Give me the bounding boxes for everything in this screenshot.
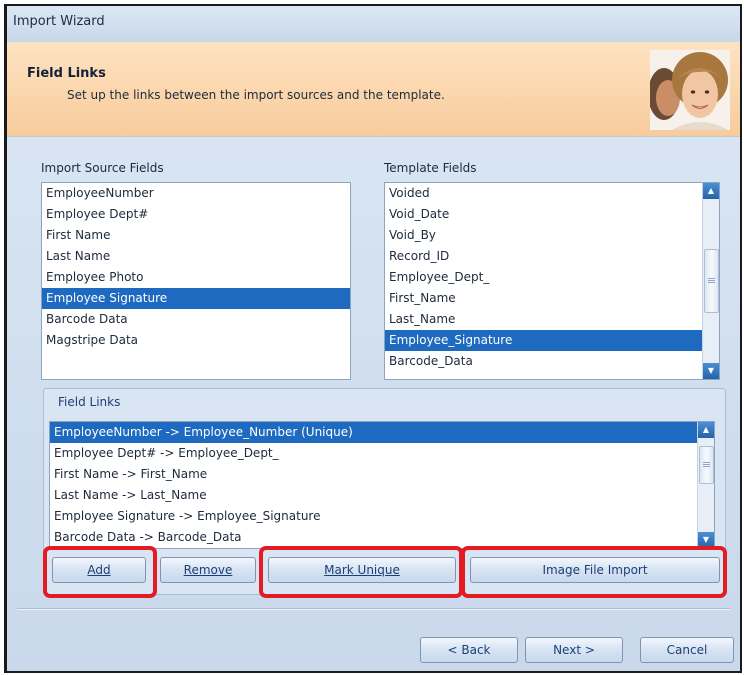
source-field-item[interactable]: Barcode Data bbox=[42, 309, 350, 330]
field-link-item[interactable]: EmployeeNumber -> Employee_Number (Uniqu… bbox=[50, 422, 714, 443]
cancel-button-label: Cancel bbox=[666, 643, 708, 657]
template-field-item[interactable]: Employee_Dept_ bbox=[385, 267, 719, 288]
template-field-item[interactable]: Void_By bbox=[385, 225, 719, 246]
header-band: Field Links Set up the links between the… bbox=[7, 42, 740, 137]
template-fields-list[interactable]: Voided Void_Date Void_By Record_ID Employee_… bbox=[384, 182, 720, 380]
field-links-scrollbar[interactable]: ▲ ▼ bbox=[697, 422, 714, 548]
highlight-add bbox=[43, 546, 157, 598]
source-field-item[interactable]: Employee Signature bbox=[42, 288, 350, 309]
back-button[interactable]: < Back bbox=[420, 637, 518, 663]
field-links-list[interactable]: EmployeeNumber -> Employee_Number (Uniqu… bbox=[49, 421, 715, 549]
import-source-fields-label: Import Source Fields bbox=[41, 161, 164, 175]
window-title: Import Wizard bbox=[13, 14, 105, 29]
field-links-label: Field Links bbox=[58, 395, 121, 409]
highlight-mark-unique bbox=[259, 546, 463, 598]
template-field-item[interactable]: Barcode_Data bbox=[385, 351, 719, 372]
scrollbar-thumb[interactable] bbox=[699, 446, 714, 484]
template-field-item[interactable]: Void_Date bbox=[385, 204, 719, 225]
import-wizard-window: Import Wizard Field Links Set up the lin… bbox=[4, 4, 742, 673]
page-title: Field Links bbox=[27, 66, 106, 81]
source-field-item[interactable]: Last Name bbox=[42, 246, 350, 267]
source-field-item[interactable]: Employee Photo bbox=[42, 267, 350, 288]
template-field-item[interactable]: Last_Name bbox=[385, 309, 719, 330]
source-field-item[interactable]: Magstripe Data bbox=[42, 330, 350, 351]
page-subtitle: Set up the links between the import sour… bbox=[67, 88, 445, 102]
next-button-label: Next > bbox=[553, 643, 595, 657]
template-field-item[interactable]: Employee_Signature bbox=[385, 330, 719, 351]
source-field-item[interactable]: EmployeeNumber bbox=[42, 183, 350, 204]
field-link-item[interactable]: Employee Dept# -> Employee_Dept_ bbox=[50, 443, 714, 464]
people-avatar-icon bbox=[650, 50, 730, 130]
field-link-item[interactable]: Last Name -> Last_Name bbox=[50, 485, 714, 506]
cancel-button[interactable]: Cancel bbox=[640, 637, 734, 663]
next-button[interactable]: Next > bbox=[525, 637, 623, 663]
scrollbar-thumb[interactable] bbox=[704, 249, 719, 313]
scroll-up-arrow-icon[interactable]: ▲ bbox=[698, 422, 714, 438]
scroll-up-arrow-icon[interactable]: ▲ bbox=[703, 183, 719, 199]
template-field-item[interactable]: First_Name bbox=[385, 288, 719, 309]
field-link-item[interactable]: Barcode Data -> Barcode_Data bbox=[50, 527, 714, 548]
remove-button[interactable]: Remove bbox=[160, 557, 256, 583]
import-source-fields-list[interactable]: EmployeeNumber Employee Dept# First Name La… bbox=[41, 182, 351, 380]
remove-button-label: Remove bbox=[183, 563, 233, 577]
source-field-item[interactable]: First Name bbox=[42, 225, 350, 246]
footer-divider bbox=[17, 608, 730, 610]
template-field-item[interactable]: Voided bbox=[385, 183, 719, 204]
scroll-down-arrow-icon[interactable]: ▼ bbox=[703, 363, 719, 379]
field-link-item[interactable]: First Name -> First_Name bbox=[50, 464, 714, 485]
template-field-item[interactable]: Record_ID bbox=[385, 246, 719, 267]
title-bar: Import Wizard bbox=[7, 6, 740, 43]
highlight-image-file-import bbox=[461, 546, 727, 598]
template-scrollbar[interactable]: ▲ ▼ bbox=[702, 183, 719, 379]
template-fields-label: Template Fields bbox=[384, 161, 477, 175]
back-button-label: < Back bbox=[447, 643, 491, 657]
field-link-item[interactable]: Employee Signature -> Employee_Signature bbox=[50, 506, 714, 527]
source-field-item[interactable]: Employee Dept# bbox=[42, 204, 350, 225]
